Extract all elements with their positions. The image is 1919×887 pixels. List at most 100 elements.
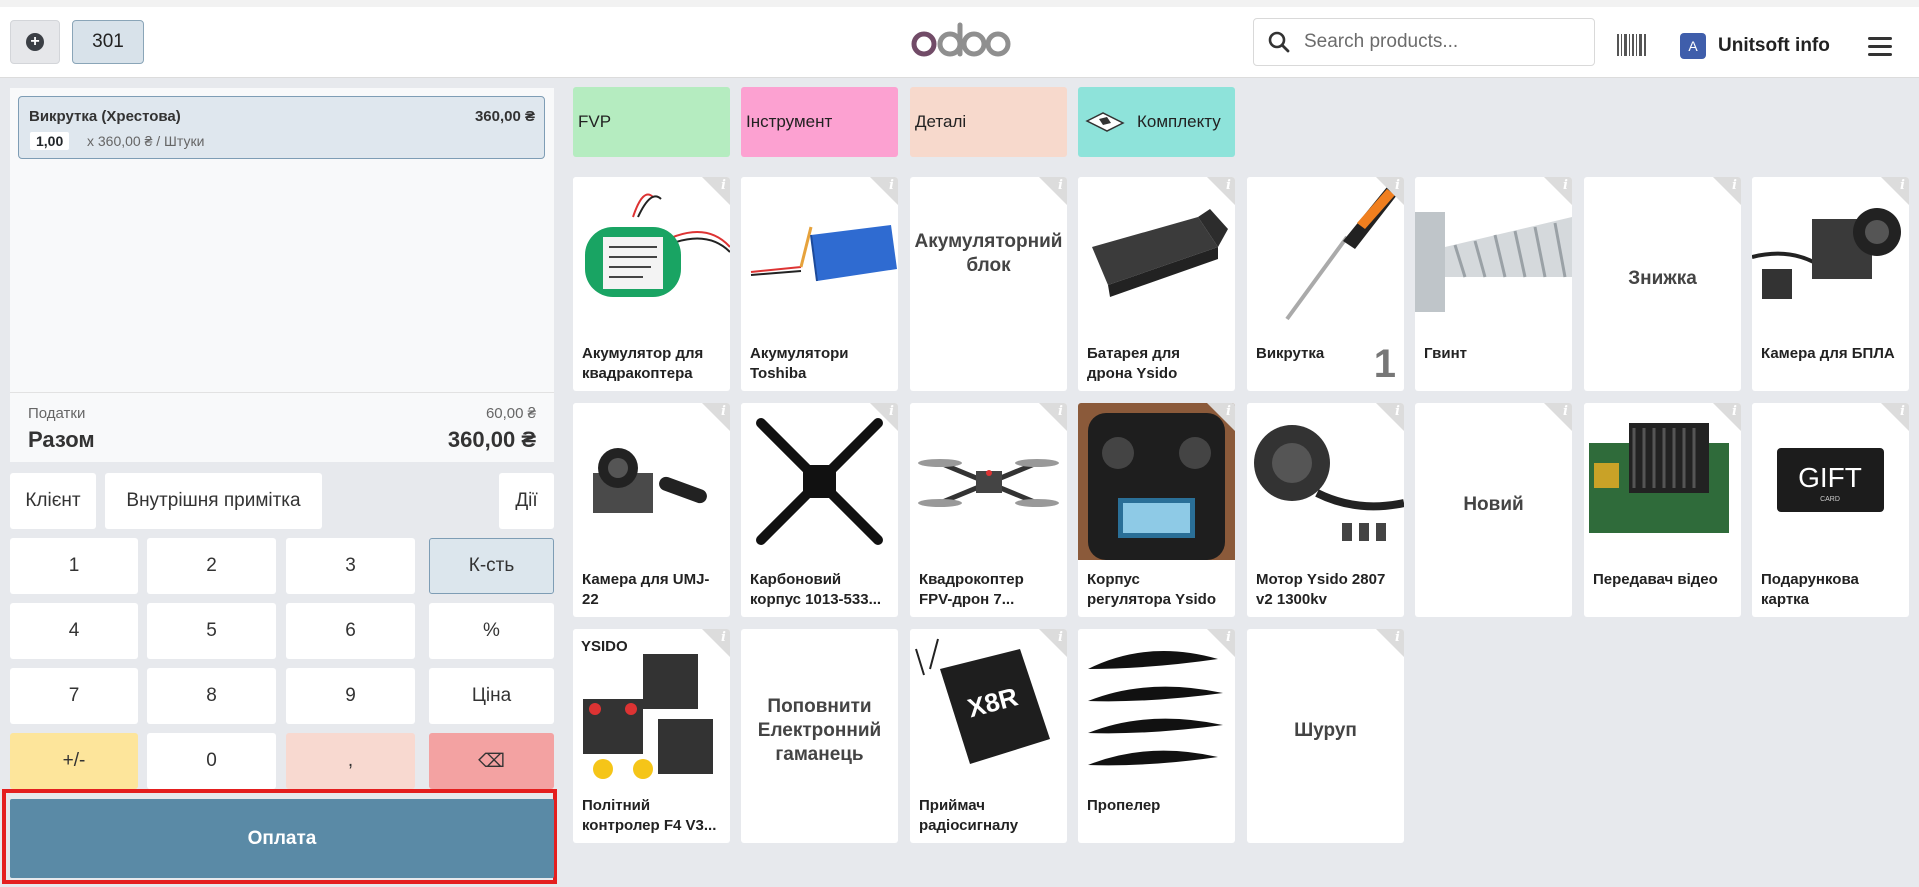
mode-discount-button[interactable]: % xyxy=(429,603,554,659)
odoo-logo xyxy=(911,22,1011,57)
user-name: Unitsoft info xyxy=(1718,35,1830,56)
product-name: Акумулятор для квадракоптера xyxy=(582,345,704,382)
product-name: Квадрокоптер FPV-дрон 7... xyxy=(919,571,1024,608)
payment-button[interactable]: Оплата xyxy=(10,799,554,878)
info-icon[interactable]: i xyxy=(1058,178,1063,193)
product-search[interactable] xyxy=(1253,18,1595,66)
info-icon[interactable]: i xyxy=(1395,404,1400,419)
product-card[interactable]: i Карбоновий корпус 1013-533... xyxy=(741,403,898,617)
numpad-key-0[interactable]: 0 xyxy=(147,733,276,789)
product-name: Акумуляторний блок xyxy=(914,231,1063,276)
info-icon[interactable]: i xyxy=(889,404,894,419)
numpad-key-3[interactable]: 3 xyxy=(286,538,415,594)
customer-button[interactable]: Клієнт xyxy=(10,473,96,529)
product-name: Політний контролер F4 V3... xyxy=(582,797,717,834)
product-card[interactable]: Поповнити Електронний гаманець xyxy=(741,629,898,843)
product-card[interactable]: i Корпус регулятора Ysido xyxy=(1078,403,1235,617)
numpad-key-2[interactable]: 2 xyxy=(147,538,276,594)
info-icon[interactable]: i xyxy=(1900,178,1905,193)
product-name: Пропелер xyxy=(1087,797,1161,814)
drone-icon xyxy=(1085,112,1125,132)
category-label: FVP xyxy=(578,112,612,131)
info-icon[interactable]: i xyxy=(1732,178,1737,193)
product-card[interactable]: i Передавач відео xyxy=(1584,403,1741,617)
info-icon[interactable]: i xyxy=(1058,404,1063,419)
backspace-icon[interactable]: ⌫ xyxy=(429,733,554,789)
search-input[interactable] xyxy=(1304,27,1584,57)
order-tab[interactable]: 301 xyxy=(72,20,144,64)
product-name: Мотор Ysido 2807 v2 1300kv xyxy=(1256,571,1386,608)
hamburger-menu-icon[interactable] xyxy=(1868,37,1892,57)
barcode-icon[interactable] xyxy=(1617,34,1647,56)
product-card[interactable]: Новий i xyxy=(1415,403,1572,617)
product-name: Акумулятори Toshiba xyxy=(750,345,849,382)
product-name: Приймач радіосигналу xyxy=(919,797,1019,834)
product-name: Шуруп xyxy=(1294,720,1357,741)
product-card[interactable]: i Акумулятори Toshiba xyxy=(741,177,898,391)
mode-quantity-button[interactable]: К-сть xyxy=(429,538,554,594)
category-label: Деталі xyxy=(915,112,967,131)
product-card[interactable]: YSIDO i Політний контролер F4 V3... xyxy=(573,629,730,843)
numpad-key-9[interactable]: 9 xyxy=(286,668,415,724)
product-card[interactable]: X8R i Приймач радіосигналу xyxy=(910,629,1067,843)
product-card[interactable]: GIFT CARD i Подарункова картка xyxy=(1752,403,1909,617)
user-menu[interactable]: A Unitsoft info xyxy=(1680,30,1830,62)
actions-button[interactable]: Дії xyxy=(499,473,554,529)
product-card[interactable]: i Гвинт xyxy=(1415,177,1572,391)
product-card[interactable]: i Пропелер xyxy=(1078,629,1235,843)
product-name: Подарункова картка xyxy=(1761,571,1859,608)
info-icon[interactable]: i xyxy=(1563,404,1568,419)
product-name: Знижка xyxy=(1628,268,1697,289)
product-card[interactable]: Знижка i xyxy=(1584,177,1741,391)
numpad-key-6[interactable]: 6 xyxy=(286,603,415,659)
cart-quantity-badge: 1 xyxy=(1373,342,1396,386)
product-name: Передавач відео xyxy=(1593,571,1718,588)
product-card[interactable]: Шуруп i xyxy=(1247,629,1404,843)
numpad-key-4[interactable]: 4 xyxy=(10,603,138,659)
category-tools[interactable]: Інструмент xyxy=(741,87,898,157)
orderline-price: 360,00 ₴ xyxy=(474,108,535,125)
info-icon[interactable]: i xyxy=(1732,404,1737,419)
info-icon[interactable]: i xyxy=(1563,178,1568,193)
orderline-product-name: Викрутка (Хрестова) xyxy=(29,108,181,125)
numpad-key-1[interactable]: 1 xyxy=(10,538,138,594)
product-card[interactable]: i Мотор Ysido 2807 v2 1300kv xyxy=(1247,403,1404,617)
info-icon[interactable]: i xyxy=(721,630,726,645)
product-card[interactable]: i Камера для UMJ-22 xyxy=(573,403,730,617)
gift-card-subtext: CARD xyxy=(1820,496,1840,503)
info-icon[interactable]: i xyxy=(1226,404,1231,419)
info-icon[interactable]: i xyxy=(1058,630,1063,645)
total-label: Разом xyxy=(28,427,95,452)
info-icon[interactable]: i xyxy=(1226,178,1231,193)
info-icon[interactable]: i xyxy=(721,404,726,419)
info-icon[interactable]: i xyxy=(1226,630,1231,645)
numpad-key-8[interactable]: 8 xyxy=(147,668,276,724)
product-card[interactable]: i Акумулятор для квадракоптера xyxy=(573,177,730,391)
numpad-key-7[interactable]: 7 xyxy=(10,668,138,724)
product-name: Батарея для дрона Ysido xyxy=(1087,345,1181,382)
tax-label: Податки xyxy=(28,405,86,422)
brand-logo: YSIDO xyxy=(581,638,628,655)
product-card[interactable]: i Камера для БПЛА xyxy=(1752,177,1909,391)
category-parts[interactable]: Деталі xyxy=(910,87,1067,157)
numpad-sign-button[interactable]: +/- xyxy=(10,733,138,789)
new-order-button[interactable]: + xyxy=(10,20,60,64)
info-icon[interactable]: i xyxy=(889,178,894,193)
numpad-key-5[interactable]: 5 xyxy=(147,603,276,659)
numpad-comma-button[interactable]: , xyxy=(286,733,415,789)
orderline[interactable]: Викрутка (Хрестова) 360,00 ₴ 1,00 x 360,… xyxy=(18,96,545,159)
product-card[interactable]: i Квадрокоптер FPV-дрон 7... xyxy=(910,403,1067,617)
product-card[interactable]: Акумуляторний блок i xyxy=(910,177,1067,391)
info-icon[interactable]: i xyxy=(1900,404,1905,419)
internal-note-button[interactable]: Внутрішня примітка xyxy=(105,473,322,529)
order-totals: Податки 60,00 ₴ Разом 360,00 ₴ xyxy=(10,392,554,462)
info-icon[interactable]: i xyxy=(721,178,726,193)
product-card[interactable]: i Викрутка 1 xyxy=(1247,177,1404,391)
info-icon[interactable]: i xyxy=(1395,178,1400,193)
mode-price-button[interactable]: Ціна xyxy=(429,668,554,724)
category-fvp[interactable]: FVP xyxy=(573,87,730,157)
category-kits[interactable]: Комплекту xyxy=(1078,87,1235,157)
top-bar: + 301 A Unitsoft info xyxy=(0,0,1919,78)
product-card[interactable]: i Батарея для дрона Ysido xyxy=(1078,177,1235,391)
info-icon[interactable]: i xyxy=(1395,630,1400,645)
